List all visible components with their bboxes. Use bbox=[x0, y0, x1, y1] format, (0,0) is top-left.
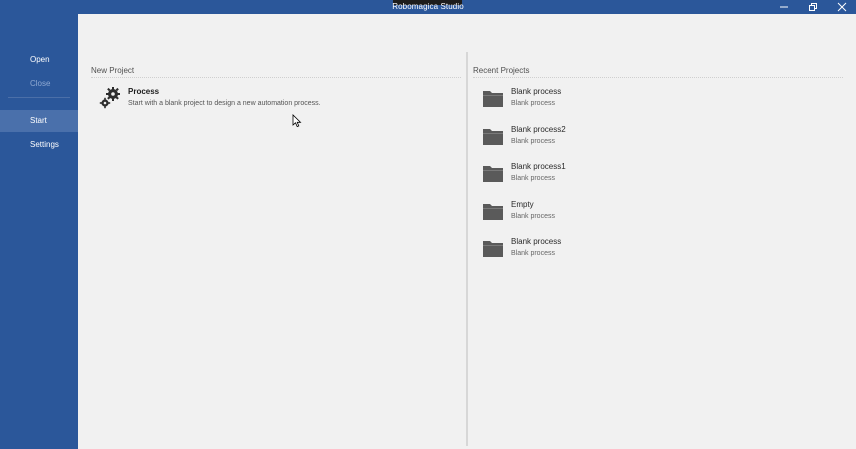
recent-project-item[interactable]: Blank process Blank process bbox=[478, 86, 818, 116]
recent-project-item[interactable]: Blank process Blank process bbox=[478, 236, 818, 266]
folder-icon bbox=[483, 204, 503, 220]
folder-icon bbox=[483, 241, 503, 257]
recent-project-item[interactable]: Blank process1 Blank process bbox=[478, 161, 818, 191]
folder-icon bbox=[483, 129, 503, 145]
main-panel: New Project Process Start with a blank p… bbox=[78, 14, 856, 449]
process-title: Process bbox=[128, 87, 160, 96]
minimize-button[interactable] bbox=[770, 0, 798, 14]
recent-project-name: Blank process bbox=[511, 87, 562, 96]
window-title: Robomagica Studio bbox=[392, 2, 464, 11]
sidebar-item-start[interactable]: Start bbox=[0, 110, 78, 132]
sidebar-divider bbox=[8, 97, 70, 98]
recent-project-item[interactable]: Empty Blank process bbox=[478, 199, 818, 229]
recent-projects-heading: Recent Projects bbox=[473, 66, 530, 75]
sidebar-item-close: Close bbox=[30, 79, 51, 88]
folder-icon bbox=[483, 166, 503, 182]
restore-icon bbox=[809, 3, 817, 11]
recent-project-type: Blank process bbox=[511, 213, 555, 220]
sidebar-item-open[interactable]: Open bbox=[0, 49, 78, 71]
recent-projects-divider bbox=[473, 77, 843, 78]
recent-project-name: Blank process2 bbox=[511, 125, 566, 134]
recent-project-item[interactable]: Blank process2 Blank process bbox=[478, 124, 818, 154]
mouse-cursor-icon bbox=[292, 114, 302, 128]
recent-project-type: Blank process bbox=[511, 138, 555, 145]
new-project-process[interactable]: Process Start with a blank project to de… bbox=[96, 86, 436, 114]
new-project-divider bbox=[91, 77, 461, 78]
recent-project-name: Blank process bbox=[511, 237, 562, 246]
close-window-button[interactable] bbox=[828, 0, 856, 14]
minimize-icon bbox=[780, 6, 788, 8]
recent-project-type: Blank process bbox=[511, 250, 555, 257]
recent-project-name: Blank process1 bbox=[511, 162, 566, 171]
recent-project-type: Blank process bbox=[511, 100, 555, 107]
sidebar-item-settings[interactable]: Settings bbox=[0, 134, 78, 156]
folder-icon bbox=[483, 91, 503, 107]
gears-icon bbox=[98, 86, 122, 110]
title-bar: Robomagica Studio bbox=[0, 0, 856, 14]
close-icon bbox=[837, 2, 847, 12]
panel-divider bbox=[466, 52, 468, 446]
sidebar: Open Close Start Settings bbox=[0, 14, 78, 449]
process-description: Start with a blank project to design a n… bbox=[128, 100, 321, 107]
new-project-heading: New Project bbox=[91, 66, 135, 75]
recent-project-type: Blank process bbox=[511, 175, 555, 182]
recent-project-name: Empty bbox=[511, 200, 534, 209]
restore-button[interactable] bbox=[799, 0, 827, 14]
